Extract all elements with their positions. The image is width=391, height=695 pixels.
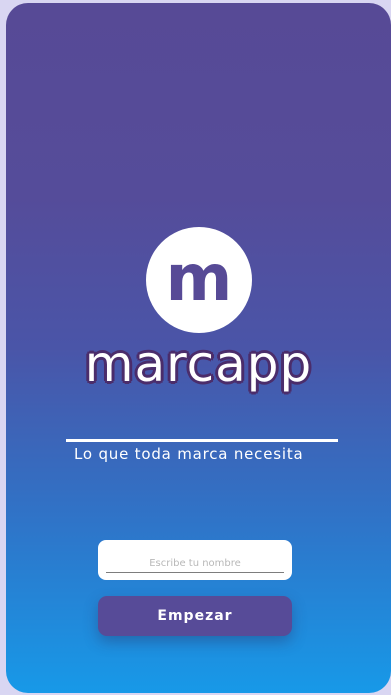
logo-letter: m: [166, 248, 233, 312]
m-letter-logo-icon: m: [146, 227, 252, 333]
start-button[interactable]: Empezar: [98, 596, 292, 636]
name-input[interactable]: [106, 554, 284, 573]
divider: [66, 439, 338, 442]
tagline: Lo que toda marca necesita: [74, 445, 304, 463]
name-field-box: [98, 540, 292, 580]
app-name: marcapp: [84, 335, 313, 393]
welcome-screen: m marcapp Lo que toda marca necesita Emp…: [6, 3, 391, 693]
